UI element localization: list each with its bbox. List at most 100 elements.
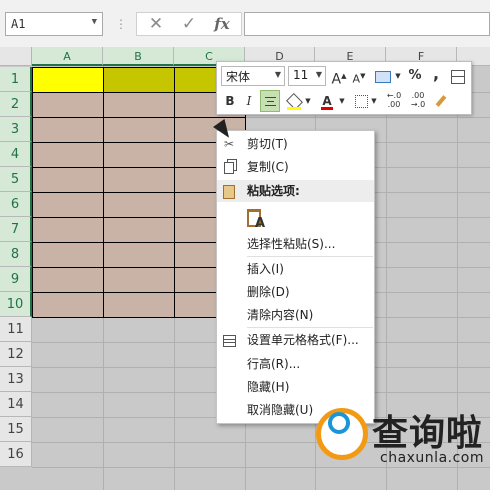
menu-separator — [247, 256, 373, 257]
watermark-logo: 查询啦 chaxunla.com — [316, 402, 484, 476]
comma-button[interactable]: , — [429, 64, 443, 84]
column-header-a[interactable]: A — [32, 47, 103, 66]
grow-font-icon: A — [331, 71, 342, 88]
menu-item-format-cells[interactable]: 设置单元格格式(F)... — [217, 329, 374, 351]
menu-item-label: 行高(R)... — [247, 357, 301, 371]
increase-decimal-button[interactable]: ←.0 .00 — [383, 91, 405, 111]
menu-header-paste-options: 粘贴选项: — [217, 180, 374, 202]
row-header-10[interactable]: 10 — [0, 292, 32, 317]
column-header-b[interactable]: B — [103, 47, 174, 66]
menu-item-row-height[interactable]: 行高(R)... — [217, 353, 374, 375]
align-center-icon — [264, 97, 276, 106]
menu-item-cut[interactable]: ✂ 剪切(T) — [217, 133, 374, 155]
formula-buttons: ✕ ✓ fx — [136, 12, 242, 36]
table-border — [32, 292, 245, 293]
table-border — [32, 167, 245, 168]
watermark-url: chaxunla.com — [380, 450, 484, 466]
row-header-4[interactable]: 4 — [0, 142, 32, 167]
chevron-down-icon[interactable]: ▼ — [393, 66, 403, 86]
row-header-3[interactable]: 3 — [0, 117, 32, 142]
bold-button[interactable]: B — [222, 91, 238, 111]
table-border — [32, 217, 245, 218]
watermark-text: 查询啦 — [372, 413, 484, 454]
menu-item-hide[interactable]: 隐藏(H) — [217, 376, 374, 398]
paste-icon — [221, 183, 237, 199]
currency-format-button[interactable] — [373, 66, 393, 86]
font-name-value: 宋体 — [226, 70, 251, 84]
menu-item-clear-contents[interactable]: 清除内容(N) — [217, 304, 374, 326]
copy-icon — [221, 159, 237, 175]
menu-item-label: 插入(I) — [247, 262, 284, 276]
row-header-15[interactable]: 15 — [0, 417, 32, 442]
font-color-icon: A — [322, 94, 332, 108]
chevron-down-icon[interactable]: ▼ — [92, 17, 97, 27]
row-header-14[interactable]: 14 — [0, 392, 32, 417]
borders-icon — [354, 95, 368, 108]
row-header-5[interactable]: 5 — [0, 167, 32, 192]
table-border — [32, 242, 245, 243]
font-color-button[interactable]: A — [319, 91, 335, 111]
cancel-icon[interactable]: ✕ — [141, 13, 171, 35]
row-header-9[interactable]: 9 — [0, 267, 32, 292]
context-menu: ✂ 剪切(T) 复制(C) 粘贴选项: A 选择性粘贴(S)... 插入(I) … — [216, 130, 375, 424]
format-cells-icon — [221, 332, 237, 348]
center-align-button[interactable] — [260, 90, 280, 112]
font-size-select[interactable]: 11 ▼ — [288, 66, 326, 86]
menu-item-label: 设置单元格格式(F)... — [247, 333, 359, 347]
menu-item-label: 粘贴选项: — [247, 184, 300, 198]
font-name-select[interactable]: 宋体 ▼ — [221, 66, 285, 86]
paste-values-icon: A — [255, 216, 266, 231]
menu-item-label: 复制(C) — [247, 160, 289, 174]
name-box-value: A1 — [11, 17, 26, 31]
name-box[interactable]: A1 ▼ — [5, 12, 103, 36]
table-border — [32, 267, 245, 268]
menu-item-delete[interactable]: 删除(D) — [217, 281, 374, 303]
formula-bar: A1 ▼ ⋮ ✕ ✓ fx — [0, 0, 490, 48]
menu-item-copy[interactable]: 复制(C) — [217, 156, 374, 178]
more-options-icon[interactable]: ⋮ — [115, 17, 127, 31]
select-all-corner[interactable] — [0, 47, 32, 66]
row-header-12[interactable]: 12 — [0, 342, 32, 367]
format-painter-button[interactable] — [431, 91, 451, 111]
menu-separator — [247, 327, 373, 328]
row-header-11[interactable]: 11 — [0, 317, 32, 342]
italic-button[interactable]: I — [241, 91, 257, 111]
row-header-13[interactable]: 13 — [0, 367, 32, 392]
chevron-down-icon[interactable]: ▼ — [316, 70, 322, 79]
chevron-down-icon[interactable]: ▼ — [303, 91, 313, 111]
row-header-1[interactable]: 1 — [0, 67, 32, 92]
row-header-6[interactable]: 6 — [0, 192, 32, 217]
row-header-16[interactable]: 16 — [0, 442, 32, 467]
menu-item-paste-special[interactable]: 选择性粘贴(S)... — [217, 233, 374, 255]
row-header-2[interactable]: 2 — [0, 92, 32, 117]
borders-button[interactable] — [353, 91, 369, 111]
search-icon — [328, 412, 350, 434]
menu-item-label: 隐藏(H) — [247, 380, 290, 394]
chevron-down-icon[interactable]: ▼ — [369, 91, 379, 111]
shrink-font-button[interactable]: A▼ — [351, 66, 367, 86]
format-painter-grid-icon[interactable] — [449, 66, 467, 86]
font-size-value: 11 — [293, 68, 309, 82]
menu-item-label: 删除(D) — [247, 285, 290, 299]
currency-icon — [375, 70, 391, 83]
formula-input[interactable] — [244, 12, 490, 36]
grow-font-button[interactable]: A▲ — [331, 66, 347, 88]
mini-toolbar: 宋体 ▼ 11 ▼ A▲ A▼ ▼ % , B I ▼ A ▼ ▼ ←.0 .0… — [216, 61, 472, 115]
enter-icon[interactable]: ✓ — [174, 13, 204, 35]
insert-function-icon[interactable]: fx — [207, 13, 237, 35]
paste-option-button[interactable]: A — [217, 205, 374, 233]
table-border — [32, 192, 245, 193]
menu-item-label: 剪切(T) — [247, 137, 288, 151]
menu-item-label: 取消隐藏(U) — [247, 403, 314, 417]
paintbrush-icon — [435, 95, 447, 107]
chevron-down-icon[interactable]: ▼ — [337, 91, 347, 111]
decrease-decimal-button[interactable]: .00 →.0 — [407, 91, 429, 111]
menu-item-insert[interactable]: 插入(I) — [217, 258, 374, 280]
percent-button[interactable]: % — [407, 66, 423, 86]
table-border — [32, 92, 245, 93]
chevron-down-icon[interactable]: ▼ — [275, 70, 281, 79]
row-header-7[interactable]: 7 — [0, 217, 32, 242]
fill-color-button[interactable] — [285, 91, 303, 111]
increase-decimal-icon: ←.0 .00 — [386, 91, 402, 109]
row-header-8[interactable]: 8 — [0, 242, 32, 267]
